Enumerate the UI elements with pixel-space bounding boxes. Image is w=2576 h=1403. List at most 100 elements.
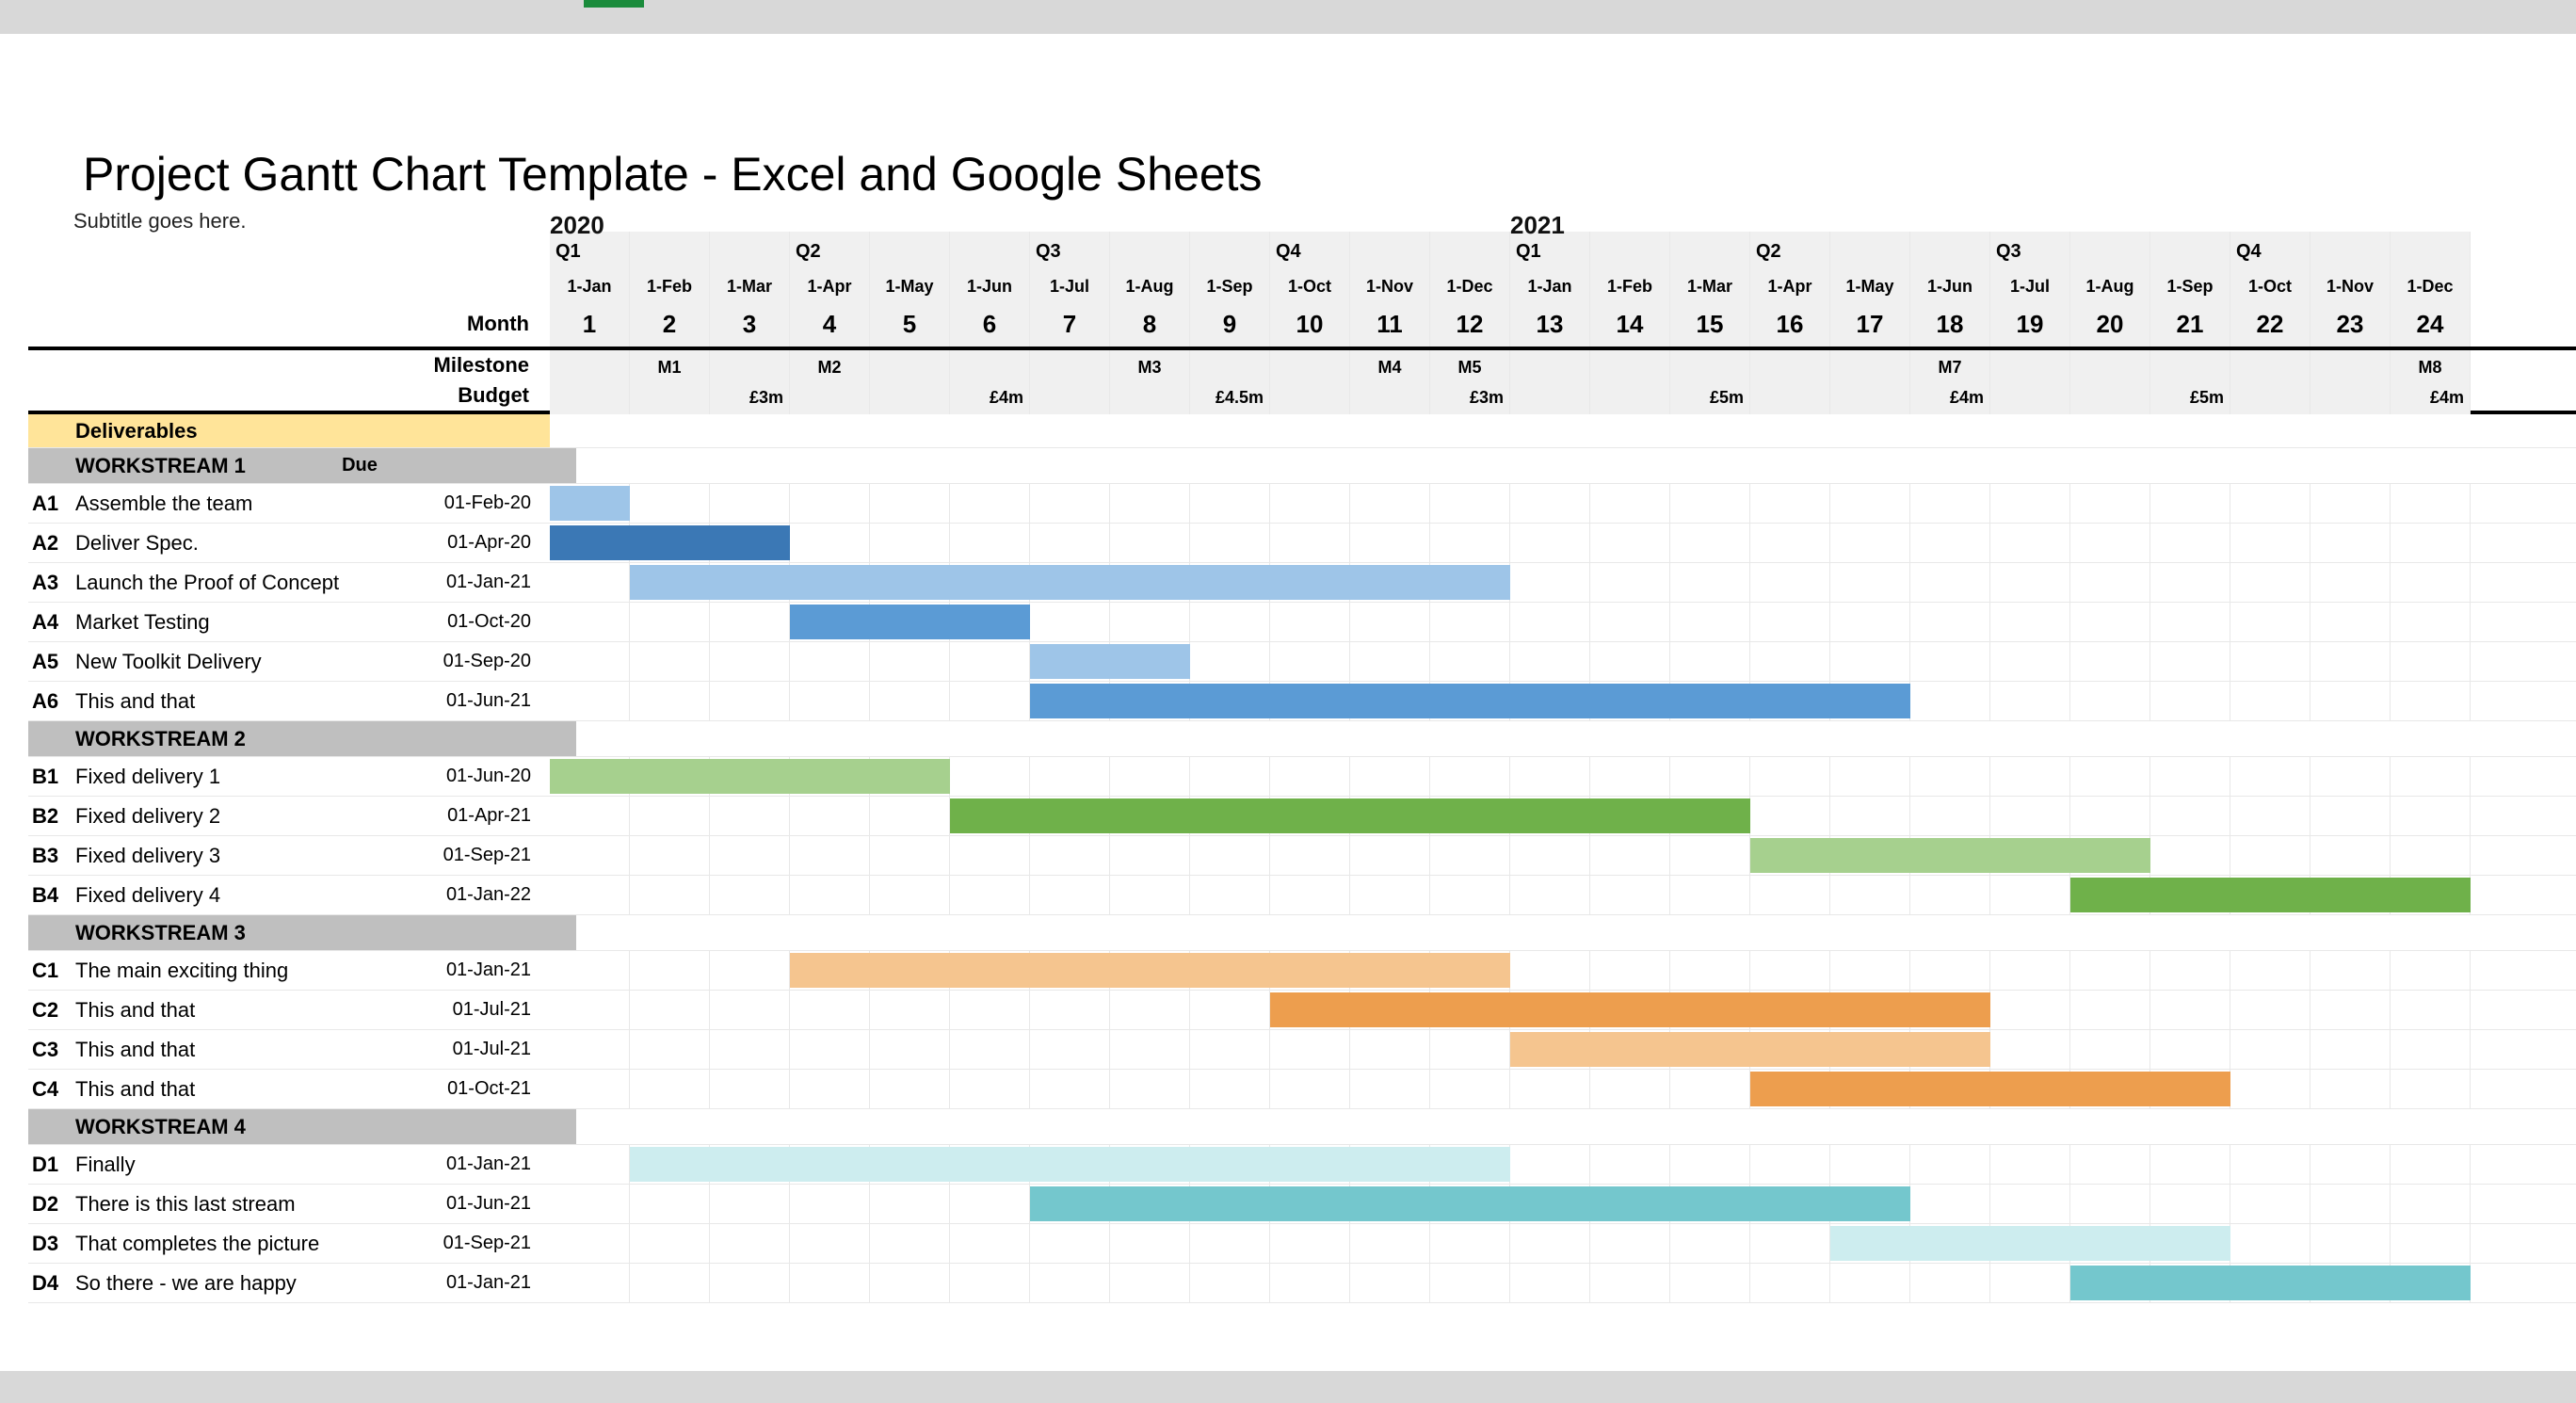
month-cell[interactable]: 1-Nov bbox=[2310, 271, 2391, 301]
month-cell[interactable] bbox=[550, 380, 630, 414]
month-cell[interactable] bbox=[2230, 563, 2310, 602]
month-cell[interactable] bbox=[1590, 1264, 1670, 1302]
month-cell[interactable] bbox=[790, 682, 870, 720]
month-cell[interactable]: Q12021 bbox=[1510, 232, 1590, 271]
month-cell[interactable]: 1-Jul bbox=[1030, 271, 1110, 301]
month-cell[interactable] bbox=[2150, 563, 2230, 602]
month-cell[interactable] bbox=[2391, 797, 2471, 835]
month-cell[interactable] bbox=[1910, 1185, 1990, 1223]
month-cell[interactable] bbox=[1350, 603, 1430, 641]
month-cell[interactable] bbox=[1990, 1030, 2070, 1069]
month-cell[interactable] bbox=[950, 484, 1030, 523]
month-cell[interactable]: 17 bbox=[1830, 301, 1910, 347]
month-cell[interactable] bbox=[1190, 484, 1270, 523]
month-cell[interactable]: 16 bbox=[1750, 301, 1830, 347]
month-cell[interactable]: M1 bbox=[630, 350, 710, 384]
month-cell[interactable]: 1-Aug bbox=[1110, 271, 1190, 301]
month-cell[interactable] bbox=[1590, 642, 1670, 681]
month-cell[interactable] bbox=[1750, 380, 1830, 414]
month-cell[interactable] bbox=[2230, 484, 2310, 523]
month-cell[interactable] bbox=[1270, 484, 1350, 523]
month-cell[interactable] bbox=[710, 836, 790, 875]
month-cell[interactable] bbox=[1430, 524, 1510, 562]
month-cell[interactable]: M7 bbox=[1910, 350, 1990, 384]
month-cell[interactable]: 15 bbox=[1670, 301, 1750, 347]
month-cell[interactable] bbox=[2230, 682, 2310, 720]
month-cell[interactable]: 1-Dec bbox=[2391, 271, 2471, 301]
month-cell[interactable] bbox=[1510, 876, 1590, 914]
month-cell[interactable] bbox=[1910, 232, 1990, 271]
month-cell[interactable] bbox=[790, 1264, 870, 1302]
month-cell[interactable] bbox=[2230, 1145, 2310, 1184]
month-cell[interactable] bbox=[2230, 991, 2310, 1029]
month-cell[interactable] bbox=[1670, 524, 1750, 562]
month-cell[interactable] bbox=[1510, 563, 1590, 602]
month-cell[interactable] bbox=[1830, 484, 1910, 523]
month-cell[interactable] bbox=[2070, 951, 2150, 990]
month-cell[interactable]: M5 bbox=[1430, 350, 1510, 384]
month-cell[interactable] bbox=[1030, 991, 1110, 1029]
month-cell[interactable] bbox=[550, 1264, 630, 1302]
month-cell[interactable] bbox=[2230, 1224, 2310, 1263]
month-cell[interactable] bbox=[1110, 524, 1190, 562]
month-cell[interactable] bbox=[1990, 1145, 2070, 1184]
month-cell[interactable] bbox=[550, 1224, 630, 1263]
month-cell[interactable] bbox=[2391, 232, 2471, 271]
month-cell[interactable]: 20 bbox=[2070, 301, 2150, 347]
month-cell[interactable] bbox=[1270, 380, 1350, 414]
month-cell[interactable] bbox=[2070, 1145, 2150, 1184]
month-cell[interactable] bbox=[950, 1224, 1030, 1263]
month-cell[interactable] bbox=[630, 1224, 710, 1263]
month-cell[interactable] bbox=[2391, 1224, 2471, 1263]
month-cell[interactable] bbox=[2070, 380, 2150, 414]
month-cell[interactable] bbox=[1910, 524, 1990, 562]
month-cell[interactable] bbox=[1910, 1145, 1990, 1184]
month-cell[interactable]: £5m bbox=[2150, 380, 2230, 414]
month-cell[interactable]: M8 bbox=[2391, 350, 2471, 384]
month-cell[interactable] bbox=[1430, 1070, 1510, 1108]
month-cell[interactable] bbox=[1590, 951, 1670, 990]
month-cell[interactable] bbox=[1590, 757, 1670, 796]
month-cell[interactable] bbox=[1270, 524, 1350, 562]
gantt-bar[interactable] bbox=[1830, 1226, 2230, 1261]
month-cell[interactable] bbox=[2070, 232, 2150, 271]
month-cell[interactable] bbox=[1030, 350, 1110, 384]
month-cell[interactable]: 9 bbox=[1190, 301, 1270, 347]
month-cell[interactable] bbox=[1030, 836, 1110, 875]
month-cell[interactable] bbox=[1190, 1070, 1270, 1108]
month-cell[interactable] bbox=[1590, 563, 1670, 602]
month-cell[interactable] bbox=[1430, 1224, 1510, 1263]
month-cell[interactable]: 19 bbox=[1990, 301, 2070, 347]
month-cell[interactable] bbox=[1510, 380, 1590, 414]
month-cell[interactable] bbox=[2070, 642, 2150, 681]
month-cell[interactable] bbox=[1510, 642, 1590, 681]
month-cell[interactable] bbox=[1190, 1264, 1270, 1302]
month-cell[interactable]: 5 bbox=[870, 301, 950, 347]
month-cell[interactable] bbox=[1830, 350, 1910, 384]
month-cell[interactable] bbox=[1030, 1070, 1110, 1108]
month-cell[interactable] bbox=[1190, 836, 1270, 875]
month-cell[interactable] bbox=[1830, 603, 1910, 641]
month-cell[interactable] bbox=[2310, 350, 2391, 384]
gantt-bar[interactable] bbox=[1510, 1032, 1990, 1067]
month-cell[interactable] bbox=[1670, 876, 1750, 914]
month-cell[interactable] bbox=[1030, 380, 1110, 414]
month-cell[interactable] bbox=[1350, 380, 1430, 414]
month-cell[interactable] bbox=[630, 1185, 710, 1223]
month-cell[interactable] bbox=[550, 836, 630, 875]
month-cell[interactable] bbox=[2230, 524, 2310, 562]
month-cell[interactable] bbox=[2230, 836, 2310, 875]
month-cell[interactable]: 23 bbox=[2310, 301, 2391, 347]
month-cell[interactable]: 1-Jan bbox=[550, 271, 630, 301]
month-cell[interactable] bbox=[870, 524, 950, 562]
month-cell[interactable]: M2 bbox=[790, 350, 870, 384]
month-cell[interactable] bbox=[1590, 524, 1670, 562]
month-cell[interactable] bbox=[630, 951, 710, 990]
month-cell[interactable] bbox=[1910, 642, 1990, 681]
month-cell[interactable] bbox=[2150, 1145, 2230, 1184]
spreadsheet-sheet[interactable]: Project Gantt Chart Template - Excel and… bbox=[0, 34, 2576, 1371]
month-cell[interactable] bbox=[1670, 563, 1750, 602]
month-cell[interactable] bbox=[1750, 1224, 1830, 1263]
month-cell[interactable] bbox=[1750, 563, 1830, 602]
month-cell[interactable] bbox=[1430, 1264, 1510, 1302]
